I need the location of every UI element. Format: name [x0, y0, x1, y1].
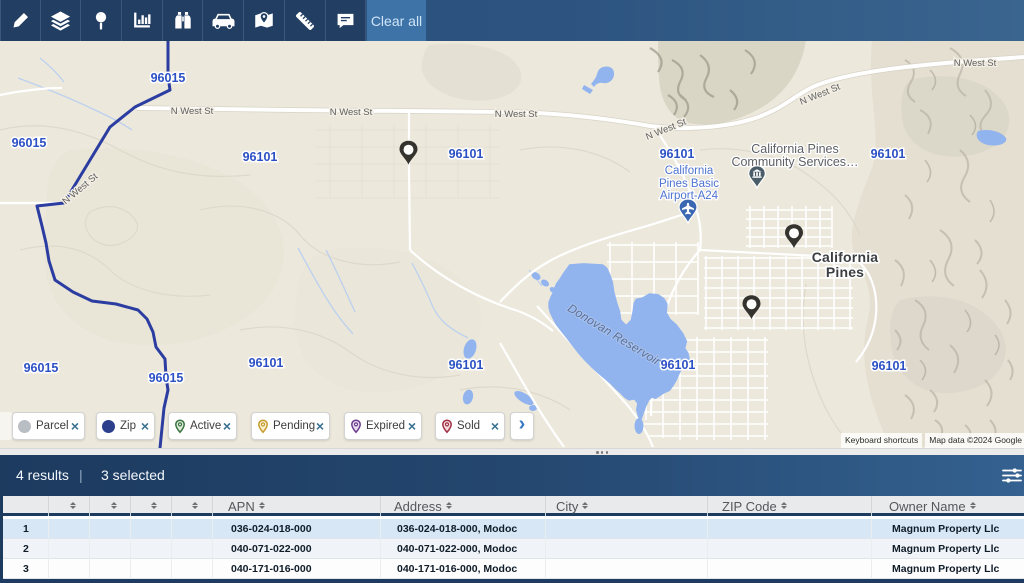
svg-text:96015: 96015: [149, 371, 184, 385]
svg-text:96101: 96101: [661, 358, 696, 372]
svg-text:Pines Basic: Pines Basic: [659, 178, 719, 190]
svg-text:96101: 96101: [449, 358, 484, 372]
svg-text:96101: 96101: [660, 147, 695, 161]
svg-text:N West St: N West St: [330, 107, 373, 118]
svg-text:N West St: N West St: [171, 106, 214, 117]
svg-text:96015: 96015: [12, 136, 47, 150]
svg-text:96015: 96015: [24, 361, 59, 375]
svg-text:N West St: N West St: [954, 58, 997, 69]
svg-text:96101: 96101: [871, 147, 906, 161]
svg-text:California: California: [812, 249, 879, 265]
svg-text:96101: 96101: [243, 150, 278, 164]
svg-text:96015: 96015: [151, 71, 186, 85]
svg-text:96101: 96101: [449, 147, 484, 161]
svg-text:Community Services…: Community Services…: [731, 155, 858, 169]
svg-text:N West St: N West St: [495, 109, 538, 120]
svg-text:California Pines: California Pines: [751, 142, 839, 156]
svg-text:California: California: [665, 165, 714, 177]
svg-text:Pines: Pines: [826, 264, 864, 280]
svg-text:96101: 96101: [872, 359, 907, 373]
svg-text:96101: 96101: [249, 356, 284, 370]
